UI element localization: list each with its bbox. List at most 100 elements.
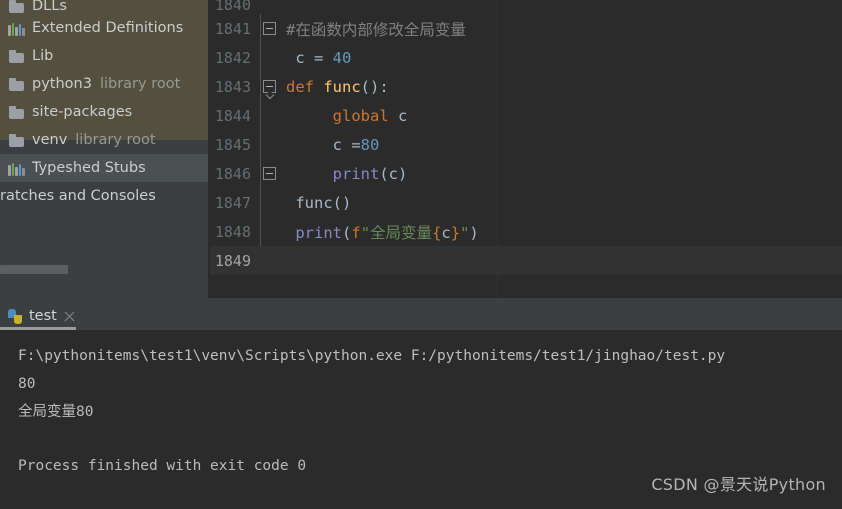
code-token-num: 80: [360, 135, 380, 154]
fold-gutter-cell[interactable]: [260, 0, 282, 14]
tree-item-typeshed-stubs[interactable]: Typeshed Stubs: [0, 154, 210, 182]
indent-guide-line: [260, 43, 261, 72]
indent-guide-line: [260, 159, 261, 188]
project-tree-sidebar[interactable]: DLLs Extended Definitions Lib python3 librar…: [0, 0, 210, 298]
run-tab-bar[interactable]: test: [0, 302, 842, 330]
code-token-comment: #在函数内部修改全局变量: [286, 20, 466, 39]
code-line[interactable]: 1844 global c: [210, 101, 842, 130]
fold-gutter-cell[interactable]: [260, 217, 282, 246]
code-token-plain: ): [469, 223, 479, 242]
tree-item-extended-definitions[interactable]: Extended Definitions: [0, 14, 210, 42]
fold-gutter-cell[interactable]: [260, 101, 282, 130]
fold-gutter-cell[interactable]: [260, 188, 282, 217]
folder-icon: [8, 49, 25, 64]
code-fold-marker[interactable]: [263, 22, 276, 35]
code-token-builtin: print: [295, 223, 343, 242]
library-icon: [8, 21, 25, 36]
sidebar-hscrollbar-track[interactable]: [0, 265, 210, 286]
code-token-plain: c =: [286, 135, 361, 154]
code-token-ident: c: [441, 223, 451, 242]
code-token-builtin: print: [332, 164, 380, 183]
sidebar-editor-divider[interactable]: [208, 0, 210, 298]
folder-icon: [8, 133, 25, 148]
code-line-text: func(): [282, 194, 351, 212]
tree-item-label: site-packages: [32, 104, 133, 120]
project-tree-list[interactable]: DLLs Extended Definitions Lib python3 librar…: [0, 0, 210, 210]
tree-item-venv[interactable]: venv library root: [0, 126, 210, 154]
tree-item-ratches-and-consoles[interactable]: ratches and Consoles: [0, 182, 210, 210]
line-number: 1848: [214, 222, 251, 241]
code-token-num: 40: [332, 48, 352, 67]
fold-gutter-cell[interactable]: [260, 246, 282, 275]
code-line-text: print(f"全局变量{c}"): [282, 221, 479, 243]
tree-item-lib[interactable]: Lib: [0, 42, 210, 70]
tree-item-label: venv: [32, 132, 68, 148]
tree-item-site-packages[interactable]: site-packages: [0, 98, 210, 126]
code-line-text: #在函数内部修改全局变量: [282, 18, 466, 40]
code-token-fn2: func: [295, 193, 333, 212]
line-number: 1846: [214, 164, 251, 183]
code-line-list[interactable]: 1840 1841 #在函数内部修改全局变量 1842 c = 40 1843 def f…: [210, 0, 842, 275]
indent-guide-line: [260, 188, 261, 217]
code-line-text: global c: [282, 106, 408, 125]
code-editor[interactable]: 1840 1841 #在函数内部修改全局变量 1842 c = 40 1843 def f…: [210, 0, 842, 298]
indent-guide-line: [260, 217, 261, 246]
run-tool-window: test F:\pythonitems\test1\venv\Scripts\p…: [0, 302, 842, 509]
code-line[interactable]: 1840: [210, 0, 842, 14]
code-token-kw: def: [286, 77, 324, 96]
tree-item-label: DLLs: [32, 0, 67, 14]
tree-item-python3[interactable]: python3 library root: [0, 70, 210, 98]
sidebar-hscrollbar-thumb[interactable]: [0, 265, 68, 274]
code-token-plain: ():: [360, 77, 389, 96]
line-number: 1844: [214, 106, 251, 125]
fold-gutter-cell[interactable]: [260, 43, 282, 72]
code-line[interactable]: 1845 c =80: [210, 130, 842, 159]
code-fold-marker[interactable]: [263, 80, 276, 93]
code-line[interactable]: 1847 func(): [210, 188, 842, 217]
code-token-plain: c: [388, 106, 408, 125]
code-line[interactable]: 1842 c = 40: [210, 43, 842, 72]
tree-item-dlls[interactable]: DLLs: [0, 0, 210, 14]
fold-gutter-cell[interactable]: [260, 159, 282, 188]
tree-item-label: ratches and Consoles: [0, 188, 156, 204]
fold-gutter-cell[interactable]: [260, 72, 282, 101]
line-number: 1849: [214, 251, 251, 270]
code-line-text: c =80: [282, 135, 380, 154]
code-token-str: "全局变量: [360, 223, 433, 242]
line-number: 1845: [214, 135, 251, 154]
run-tab-test[interactable]: test: [0, 302, 83, 330]
tree-item-subtext: library root: [75, 132, 156, 148]
code-token-plain: (): [332, 193, 352, 212]
code-line[interactable]: 1848 print(f"全局变量{c}"): [210, 217, 842, 246]
indent-guide-line: [260, 101, 261, 130]
watermark-text: CSDN @景天说Python: [651, 475, 826, 494]
code-line-text: print(c): [282, 164, 408, 183]
fold-gutter-cell[interactable]: [260, 14, 282, 43]
indent-guide-line: [260, 130, 261, 159]
line-number: 1840: [214, 0, 251, 14]
console-line: 80: [18, 376, 36, 392]
tree-item-subtext: library root: [99, 76, 181, 92]
code-line[interactable]: 1843 def func():: [210, 72, 842, 101]
python-file-icon: [8, 308, 23, 324]
close-icon[interactable]: [63, 310, 76, 323]
code-token-plain: (: [342, 223, 352, 242]
console-line: 全局变量80: [18, 404, 94, 420]
line-number: 1842: [214, 48, 251, 67]
tree-item-label: Typeshed Stubs: [32, 160, 146, 176]
indent-guide-line: [260, 72, 261, 101]
code-line[interactable]: 1849: [210, 246, 842, 275]
tree-item-label: Lib: [32, 48, 54, 64]
code-token-plain: (c): [379, 164, 408, 183]
code-fold-marker[interactable]: [263, 167, 276, 180]
code-line[interactable]: 1841 #在函数内部修改全局变量: [210, 14, 842, 43]
fold-gutter-cell[interactable]: [260, 130, 282, 159]
code-line[interactable]: 1846 print(c): [210, 159, 842, 188]
folder-icon: [8, 0, 25, 14]
library-icon: [8, 161, 25, 176]
folder-icon: [8, 77, 25, 92]
